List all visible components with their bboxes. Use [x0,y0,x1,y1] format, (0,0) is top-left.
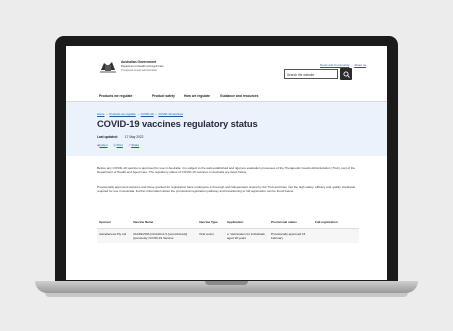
last-updated: Last updated: 17 May 2022 [97,135,143,139]
cell-vaccine-type: Viral vector [197,228,225,243]
page-hero [66,102,387,156]
main-nav: Products we regulate Product safety How … [66,90,387,102]
vaccine-table: Sponsor Vaccine Name Vaccine Type Applic… [97,216,359,243]
site-header: Australian Government Department of Heal… [66,46,387,90]
col-sponsor: Sponsor [97,216,131,229]
provisional-paragraph: Provisionally approved vaccines and thos… [97,185,356,194]
top-link-news[interactable]: News and Community [320,63,349,67]
intro-paragraph: Before any COVID-19 vaccine is approved … [97,166,356,175]
breadcrumb-covid[interactable]: COVID-19 [141,112,154,116]
cell-full-registration [313,228,359,243]
search-icon [342,70,350,78]
nav-item-safety[interactable]: Product safety [152,94,175,98]
nav-item-products[interactable]: Products we regulate [99,94,132,98]
table-row: AstraZeneca Pty Ltd VAXZEVRIA (ChAdOx1-S… [97,228,359,243]
print-link[interactable]: Print [117,143,123,147]
last-updated-value: 17 May 2022 [124,135,144,139]
cell-provisional: Provisionally approved 15 February [269,228,313,243]
search-button[interactable] [340,68,352,80]
col-application: Application [225,216,269,229]
stage: Australian Government Department of Heal… [0,0,453,331]
agency-name: Therapeutic Goods Administration [121,69,158,72]
listen-link[interactable]: Listen [100,143,108,147]
cell-application: a. Vaccination for individuals aged 18 y… [225,228,269,243]
nav-item-regulate[interactable]: How we regulate [184,94,210,98]
page-title: COVID-19 vaccines regulatory status [97,118,258,129]
cell-vaccine-name: VAXZEVRIA (ChAdOx1-S [recombinant]) (pre… [131,228,197,243]
col-vaccine-type: Vaccine Type [197,216,225,229]
search-input[interactable]: Search the website [284,69,338,79]
col-full-registration: Full registration [313,216,359,229]
breadcrumb-home[interactable]: Home [97,112,104,116]
top-link-about[interactable]: About us [354,63,366,67]
laptop-shadow [45,293,408,297]
col-provisional: Provisional status [269,216,313,229]
dept-name: Department of Health and Aged Care [121,65,164,68]
page-actions: ◂)Listen ⎙ Print < Share [97,143,140,147]
breadcrumb-products[interactable]: Products we regulate [109,112,135,116]
laptop-notch [205,281,248,285]
cell-sponsor: AstraZeneca Pty Ltd [97,228,131,243]
breadcrumb: Home › Products we regulate › COVID-19 › COVID… [97,112,184,116]
nav-item-guidance[interactable]: Guidance and resources [220,94,258,98]
last-updated-label: Last updated: [97,135,118,139]
coat-of-arms-icon [100,62,116,73]
top-links: News and Community About us [316,63,366,67]
col-vaccine-name: Vaccine Name [131,216,197,229]
gov-title: Australian Government [121,60,157,64]
table-header-row: Sponsor Vaccine Name Vaccine Type Applic… [97,216,359,229]
share-link[interactable]: Share [131,143,139,147]
laptop-screen: Australian Government Department of Heal… [66,46,387,280]
breadcrumb-vaccines[interactable]: COVID-19 vaccines [158,112,183,116]
